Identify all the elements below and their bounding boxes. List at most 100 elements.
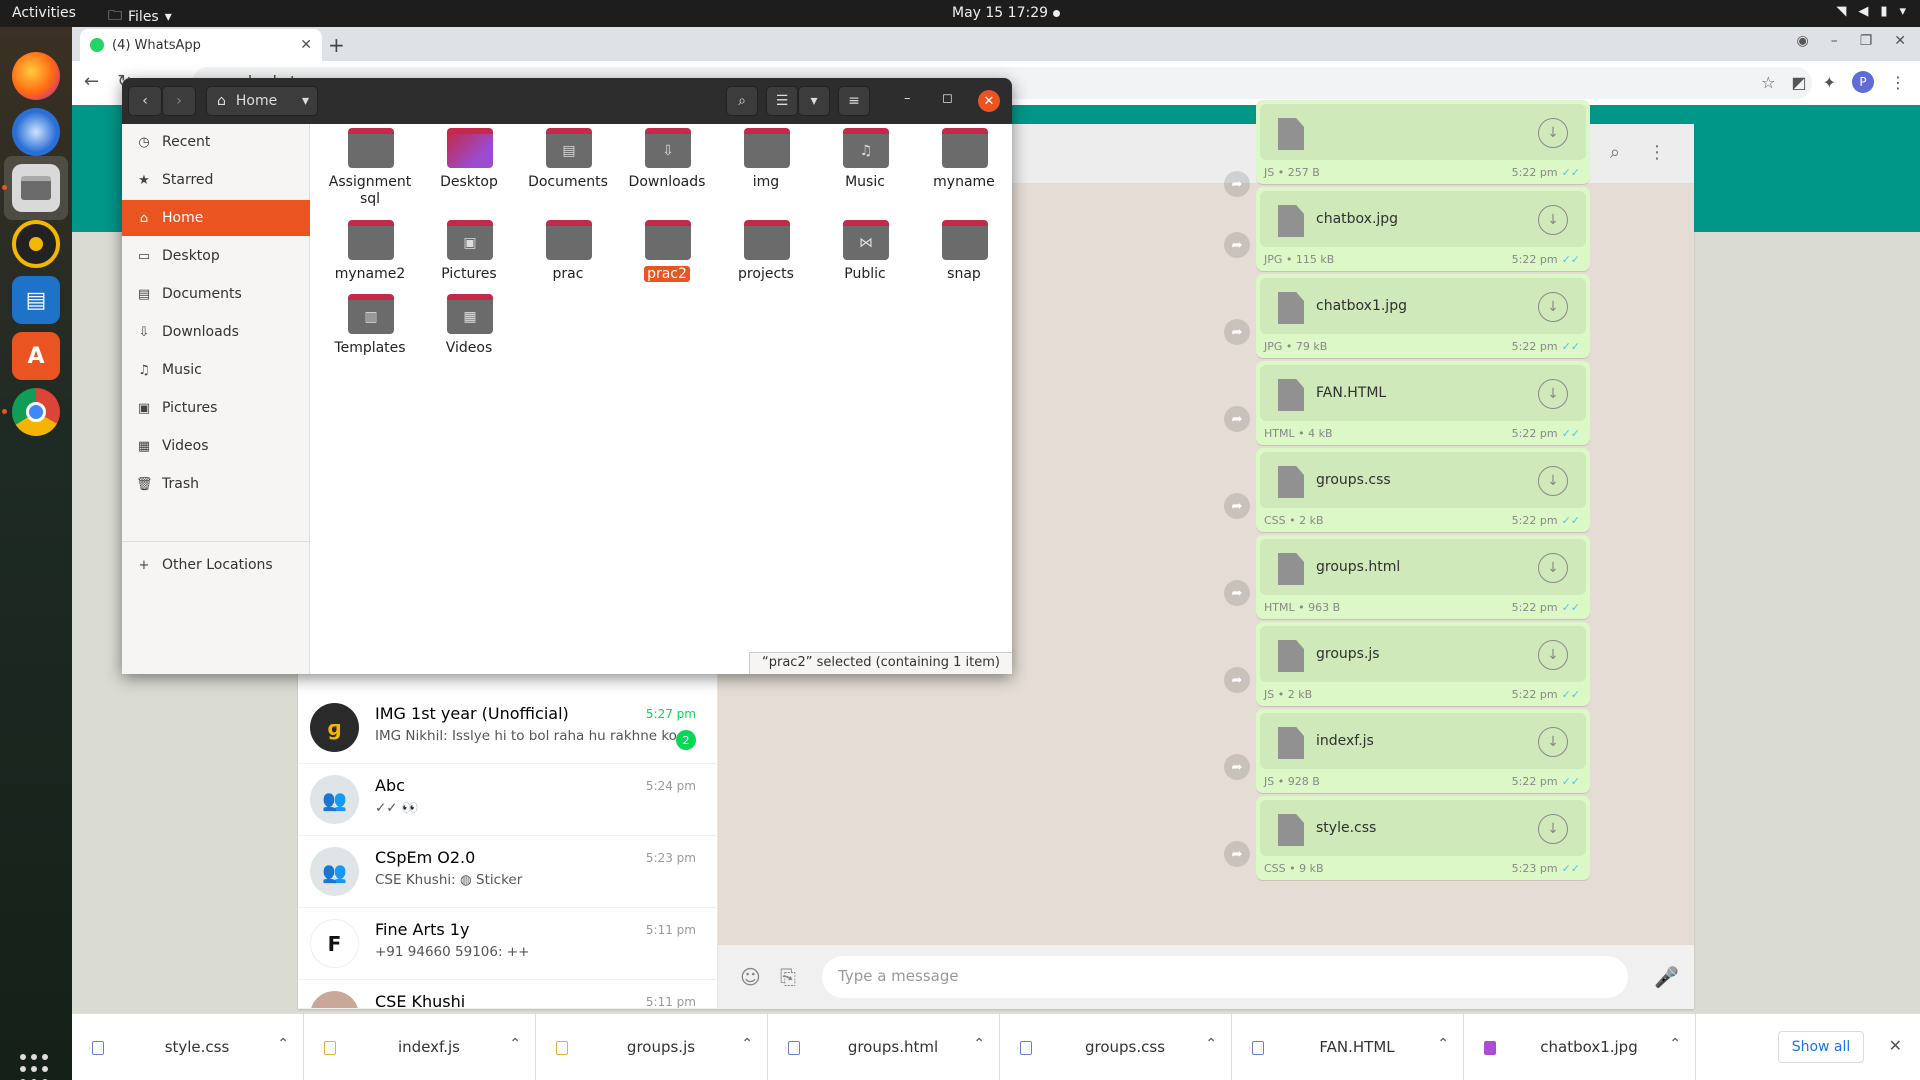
- show-applications-icon[interactable]: [20, 1054, 52, 1080]
- chevron-up-icon[interactable]: ⌃: [509, 1036, 521, 1052]
- message-input[interactable]: Type a message: [822, 956, 1628, 998]
- sidebar-item-documents[interactable]: ▤ Documents: [122, 276, 310, 312]
- chat-item[interactable]: 👥 Abc 5:24 pm ✓✓ 👀: [298, 764, 718, 836]
- search-icon[interactable]: ⌕: [1610, 142, 1620, 163]
- download-icon[interactable]: ↓: [1538, 553, 1568, 583]
- file-message[interactable]: indexf.js ↓ JS • 928 B 5:22 pm ✓✓: [1256, 709, 1590, 793]
- media-control-icon[interactable]: ◉: [1796, 33, 1808, 49]
- minimize-button[interactable]: –: [1831, 33, 1838, 49]
- folder-item[interactable]: ▥ Templates: [322, 290, 418, 376]
- sidebar-item-videos[interactable]: ▦ Videos: [122, 428, 310, 464]
- close-button[interactable]: ✕: [978, 90, 1000, 112]
- microphone-icon[interactable]: 🎤: [1654, 965, 1679, 989]
- view-options-caret-icon[interactable]: ▾: [798, 86, 830, 116]
- download-item[interactable]: groups.html ⌃: [768, 1014, 1000, 1080]
- sidebar-item-desktop[interactable]: ▭ Desktop: [122, 238, 310, 274]
- bookmark-star-icon[interactable]: ☆: [1761, 73, 1775, 92]
- chevron-up-icon[interactable]: ⌃: [1669, 1036, 1681, 1052]
- attach-icon[interactable]: ⎘: [780, 965, 796, 989]
- sidebar-item-pictures[interactable]: ▣ Pictures: [122, 390, 310, 426]
- forward-icon[interactable]: ➦: [1224, 580, 1250, 606]
- sidebar-item-trash[interactable]: 🗑 Trash: [122, 466, 310, 502]
- file-message[interactable]: groups.css ↓ CSS • 2 kB 5:22 pm ✓✓: [1256, 448, 1590, 532]
- chevron-up-icon[interactable]: ⌃: [741, 1036, 753, 1052]
- download-icon[interactable]: ↓: [1538, 727, 1568, 757]
- extensions-puzzle-icon[interactable]: ✦: [1823, 73, 1836, 92]
- chat-item[interactable]: F Fine Arts 1y 5:11 pm +91 94660 59106: …: [298, 908, 718, 980]
- chevron-up-icon[interactable]: ⌃: [1205, 1036, 1217, 1052]
- file-message[interactable]: ↓ JS • 257 B 5:22 pm ✓✓: [1256, 100, 1590, 184]
- chevron-up-icon[interactable]: ⌃: [1437, 1036, 1449, 1052]
- file-message[interactable]: chatbox1.jpg ↓ JPG • 79 kB 5:22 pm ✓✓: [1256, 274, 1590, 358]
- back-chevron-icon[interactable]: ‹: [128, 86, 162, 116]
- download-item[interactable]: style.css ⌃: [72, 1014, 304, 1080]
- file-message[interactable]: chatbox.jpg ↓ JPG • 115 kB 5:22 pm ✓✓: [1256, 187, 1590, 271]
- ubuntu-software-icon[interactable]: A: [12, 332, 60, 380]
- show-all-button[interactable]: Show all: [1778, 1031, 1864, 1063]
- folder-item[interactable]: ▤ Documents: [520, 124, 616, 210]
- folder-item[interactable]: prac: [520, 216, 616, 302]
- forward-icon[interactable]: ➦: [1224, 754, 1250, 780]
- forward-icon[interactable]: ➦: [1224, 171, 1250, 197]
- forward-icon[interactable]: ➦: [1224, 319, 1250, 345]
- sidebar-item-downloads[interactable]: ⇩ Downloads: [122, 314, 310, 350]
- forward-icon[interactable]: ➦: [1224, 232, 1250, 258]
- chat-item[interactable]: ɡ IMG 1st year (Unofficial) 5:27 pm IMG …: [298, 692, 718, 764]
- forward-icon[interactable]: ➦: [1224, 667, 1250, 693]
- clock[interactable]: May 15 17:29: [952, 5, 1048, 21]
- list-view-icon[interactable]: ☰: [766, 86, 798, 116]
- app-menu[interactable]: 🗀 Files ▾: [108, 5, 172, 29]
- file-message[interactable]: groups.html ↓ HTML • 963 B 5:22 pm ✓✓: [1256, 535, 1590, 619]
- forward-icon[interactable]: ➦: [1224, 406, 1250, 432]
- emoji-icon[interactable]: ☺: [740, 965, 761, 989]
- folder-item[interactable]: Desktop: [421, 124, 517, 210]
- download-item[interactable]: chatbox1.jpg ⌃: [1464, 1014, 1696, 1080]
- folder-item[interactable]: ⇩ Downloads: [619, 124, 715, 210]
- hamburger-menu-icon[interactable]: ≡: [838, 86, 870, 116]
- download-item[interactable]: groups.css ⌃: [1000, 1014, 1232, 1080]
- folder-item[interactable]: Assignment sql: [322, 124, 418, 210]
- activities-button[interactable]: Activities: [12, 5, 76, 21]
- chat-item[interactable]: 👥 CSpEm O2.0 5:23 pm CSE Khushi: ◍ Stick…: [298, 836, 718, 908]
- download-icon[interactable]: ↓: [1538, 640, 1568, 670]
- menu-dots-icon[interactable]: ⋮: [1648, 142, 1666, 163]
- maximize-button[interactable]: ◻: [942, 91, 953, 106]
- minimize-button[interactable]: –: [904, 91, 911, 106]
- chevron-up-icon[interactable]: ⌃: [277, 1036, 289, 1052]
- folder-item[interactable]: ▦ Videos: [421, 290, 517, 376]
- download-icon[interactable]: ↓: [1538, 292, 1568, 322]
- folder-item[interactable]: ⋈ Public: [817, 216, 913, 302]
- close-shelf-icon[interactable]: ✕: [1889, 1036, 1902, 1055]
- folder-item[interactable]: snap: [916, 216, 1012, 302]
- download-icon[interactable]: ↓: [1538, 814, 1568, 844]
- restore-button[interactable]: ❐: [1860, 33, 1873, 49]
- extension-c-icon[interactable]: ◩: [1791, 73, 1806, 92]
- close-tab-icon[interactable]: ✕: [300, 37, 312, 53]
- system-tray[interactable]: ◥ ◀ ▮ ▾: [1836, 4, 1906, 19]
- libreoffice-writer-icon[interactable]: ▤: [12, 276, 60, 324]
- folder-item[interactable]: myname: [916, 124, 1012, 210]
- chat-item[interactable]: CSE Khushi 5:11 pm: [298, 980, 718, 1009]
- forward-chevron-icon[interactable]: ›: [162, 86, 196, 116]
- chrome-icon[interactable]: [12, 388, 60, 436]
- file-message[interactable]: FAN.HTML ↓ HTML • 4 kB 5:22 pm ✓✓: [1256, 361, 1590, 445]
- download-icon[interactable]: ↓: [1538, 466, 1568, 496]
- kebab-menu-icon[interactable]: ⋮: [1890, 73, 1906, 92]
- sidebar-item-other-locations[interactable]: + Other Locations: [122, 547, 310, 583]
- profile-avatar[interactable]: P: [1852, 71, 1874, 93]
- download-icon[interactable]: ↓: [1538, 379, 1568, 409]
- path-bar-home[interactable]: ⌂ Home ▾: [206, 86, 318, 116]
- rhythmbox-icon[interactable]: [12, 220, 60, 268]
- tab-whatsapp[interactable]: (4) WhatsApp ✕: [80, 29, 322, 61]
- new-tab-button[interactable]: +: [328, 33, 345, 57]
- download-item[interactable]: indexf.js ⌃: [304, 1014, 536, 1080]
- folder-item-selected[interactable]: prac2: [619, 216, 715, 302]
- download-icon[interactable]: ↓: [1538, 118, 1568, 148]
- sidebar-item-recent[interactable]: ◷ Recent: [122, 124, 310, 160]
- download-item[interactable]: FAN.HTML ⌃: [1232, 1014, 1464, 1080]
- sidebar-item-starred[interactable]: ★ Starred: [122, 162, 310, 198]
- folder-item[interactable]: ♫ Music: [817, 124, 913, 210]
- files-icon[interactable]: [12, 164, 60, 212]
- sidebar-item-home[interactable]: ⌂ Home: [122, 200, 310, 236]
- close-window-button[interactable]: ✕: [1894, 33, 1906, 49]
